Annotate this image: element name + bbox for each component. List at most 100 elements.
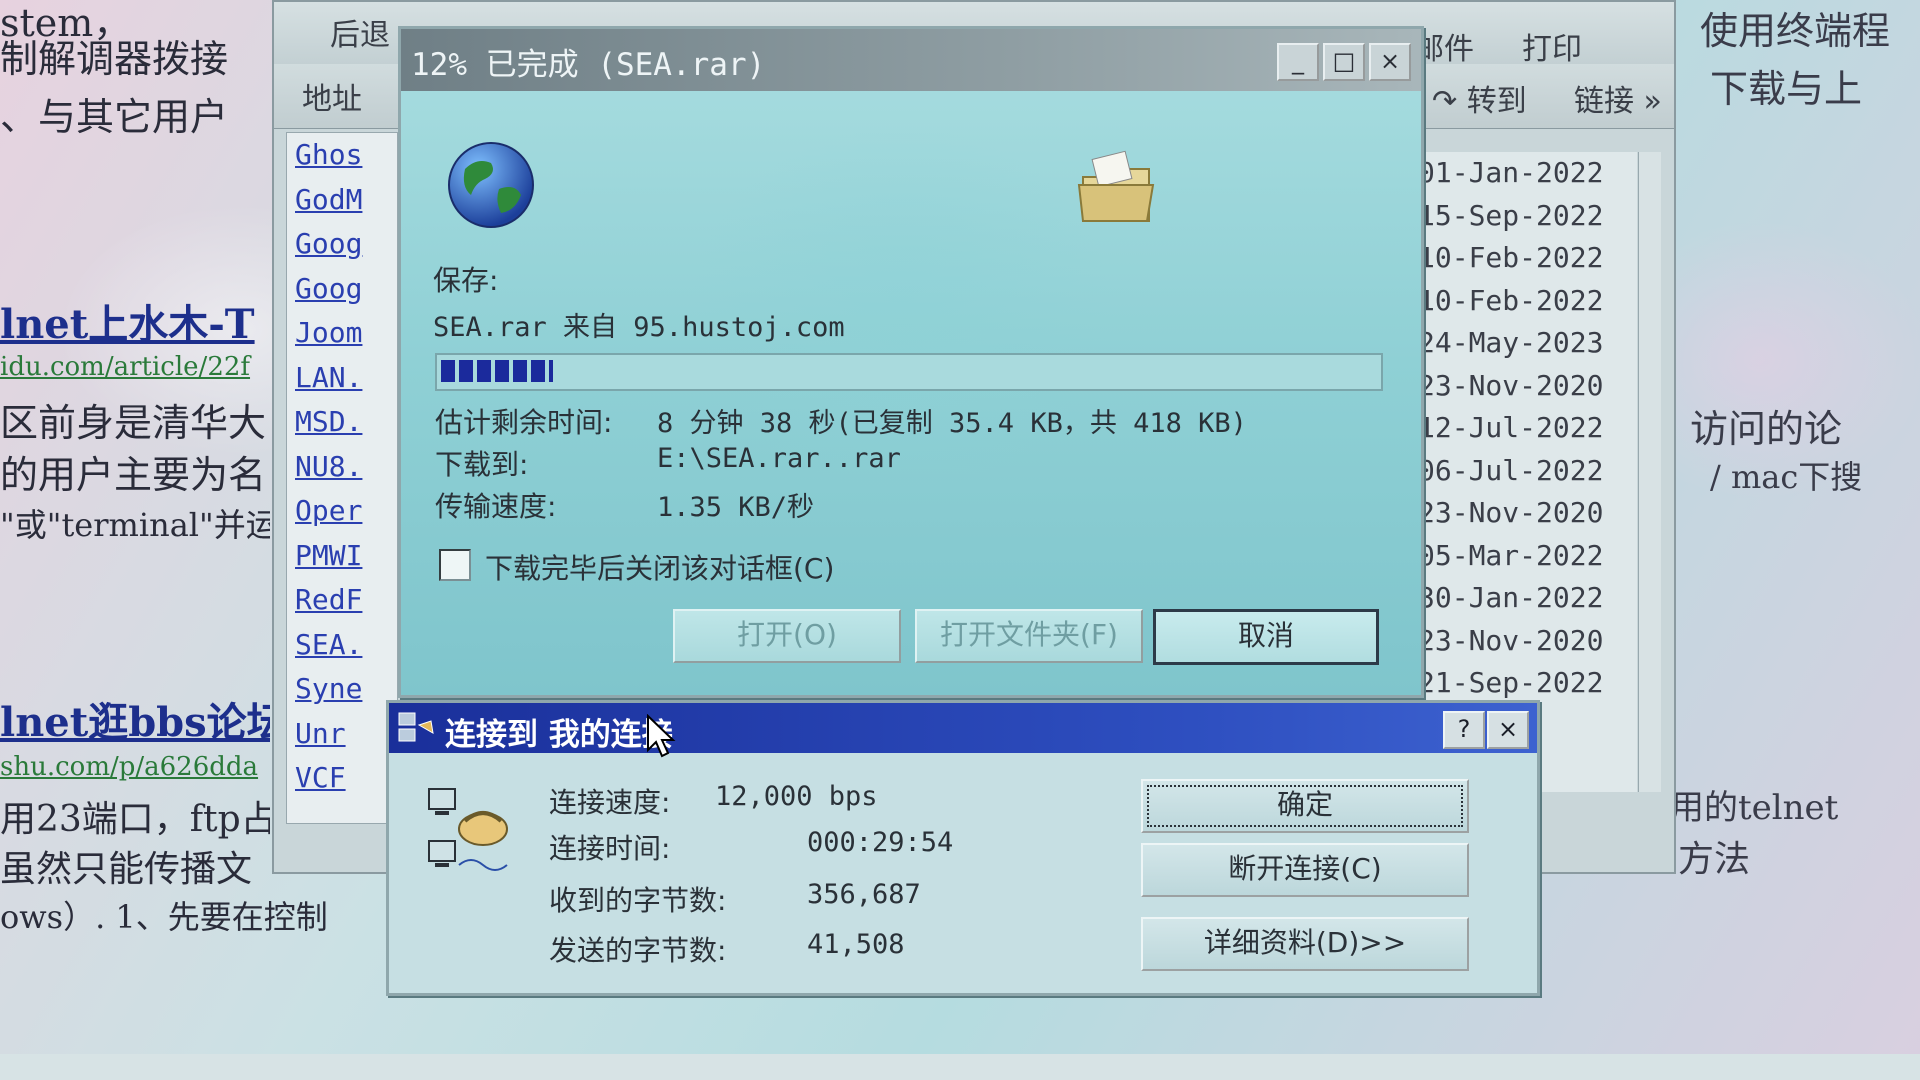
connection-titlebar[interactable]: 连接到 我的连接 ? × (389, 703, 1537, 753)
dialog-title: 12% 已完成 (SEA.rar) (411, 47, 766, 83)
connection-title: 连接到 我的连接 (445, 717, 673, 753)
date-cell: 15-Sep-2022 (1418, 198, 1604, 232)
bg-text: 、与其它用户 (0, 95, 229, 139)
close-button[interactable]: × (1369, 43, 1411, 81)
date-cell: 12-Jul-2022 (1418, 411, 1604, 444)
list-item[interactable]: NU8. (287, 445, 397, 490)
cancel-button[interactable]: 取消 (1153, 609, 1379, 665)
bg-text: 虽然只能传播文 (0, 849, 253, 890)
minimize-button[interactable]: _ (1277, 43, 1319, 81)
links-label: 链接 (1574, 84, 1634, 119)
bg-text: ows）. 1、先要在控制 (0, 898, 328, 936)
bg-link[interactable]: lnet逛bbs论坛 (0, 690, 270, 748)
list-item[interactable]: GodM (287, 178, 397, 223)
network-connection-icon (398, 712, 434, 742)
ok-button[interactable]: 确定 (1141, 779, 1469, 833)
list-item[interactable]: SEA. (287, 623, 397, 668)
links-button[interactable]: 链接 » (1574, 76, 1662, 120)
file-list: Ghos GodM Goog Goog Joom LAN. MSD. NU8. … (286, 132, 398, 824)
connection-speed-label: 连接速度: (549, 786, 671, 819)
bytes-sent-value: 41,508 (807, 929, 905, 960)
bg-text: 的用户主要为名 (0, 453, 267, 497)
bg-text: 下载与上 (1710, 67, 1863, 111)
list-item[interactable]: MSD. (287, 400, 397, 445)
vertical-scrollbar[interactable] (1638, 152, 1661, 792)
date-cell: 23-Nov-2020 (1418, 623, 1604, 657)
list-item[interactable]: VCF (287, 756, 397, 801)
bg-text: 用23端口，ftp占 (0, 799, 270, 840)
open-button[interactable]: 打开(O) (673, 609, 901, 663)
bg-link[interactable]: lnet上水木-T (0, 292, 270, 350)
source-line: SEA.rar 来自 95.hustoj.com (433, 312, 845, 343)
date-cell: 10-Feb-2022 (1418, 283, 1604, 317)
date-cell: 24-May-2023 (1418, 326, 1604, 359)
list-item[interactable]: Goog (287, 267, 397, 312)
connection-duration-value: 000:29:54 (807, 827, 954, 858)
bytes-sent-label: 发送的字节数: (549, 934, 727, 967)
download-to-label: 下载到: (435, 448, 529, 481)
close-on-complete-checkbox[interactable] (439, 549, 471, 581)
list-item[interactable]: Unr (287, 712, 397, 757)
connection-dialog: 连接到 我的连接 ? × 连接速度: 12,000 bps 连接时间: 000:… (386, 700, 1540, 996)
bg-url[interactable]: shu.com/p/a626dda (0, 752, 270, 782)
bytes-received-label: 收到的字节数: (549, 884, 727, 917)
save-label: 保存: (433, 264, 499, 297)
help-button[interactable]: ? (1443, 711, 1485, 749)
bg-text: 区前身是清华大 (0, 401, 267, 445)
goto-button[interactable]: ↷ 转到 (1432, 76, 1527, 120)
mouse-cursor-icon (647, 714, 676, 758)
date-cell: 23-Nov-2020 (1418, 496, 1604, 529)
goto-label: 转到 (1466, 84, 1527, 119)
goto-arrow-icon: ↷ (1432, 84, 1458, 119)
bytes-received-value: 356,687 (807, 879, 921, 910)
open-folder-button[interactable]: 打开文件夹(F) (915, 609, 1143, 663)
list-item[interactable]: Ghos (287, 133, 397, 178)
connection-duration-label: 连接时间: (549, 832, 671, 865)
disconnect-button[interactable]: 断开连接(C) (1141, 843, 1469, 897)
details-button[interactable]: 详细资料(D)>> (1141, 917, 1469, 971)
date-cell: 30-Jan-2022 (1418, 581, 1604, 614)
list-item[interactable]: Syne (287, 667, 397, 712)
date-cell: 10-Feb-2022 (1418, 241, 1604, 274)
back-button[interactable]: 后退 (330, 10, 390, 54)
date-cell: 01-Jan-2022 (1418, 156, 1604, 189)
progress-fill (441, 360, 553, 382)
download-progress-bar (435, 353, 1383, 391)
date-cell: 21-Sep-2022 (1418, 666, 1604, 699)
bg-text: / mac下搜 (1710, 458, 1863, 496)
date-cell: 05-Mar-2022 (1418, 538, 1604, 572)
folder-icon (1077, 150, 1155, 222)
list-item[interactable]: Goog (287, 222, 397, 267)
list-item[interactable]: RedF (287, 578, 397, 623)
bg-text: 用的telnet (1670, 788, 1839, 828)
list-item[interactable]: PMWI (287, 534, 397, 579)
bg-text: "或"terminal"并运 (0, 506, 270, 544)
status-bar (0, 1054, 1920, 1080)
list-item[interactable]: Joom (287, 311, 397, 356)
print-button[interactable]: 打印 (1522, 24, 1582, 68)
bg-text: 访问的论 (1690, 407, 1843, 451)
dialup-phone-icon (428, 788, 508, 871)
connection-speed-value: 12,000 bps (715, 781, 878, 812)
date-column: 01-Jan-2022 15-Sep-2022 10-Feb-2022 10-F… (1412, 152, 1637, 792)
download-to-value: E:\SEA.rar..rar (657, 443, 901, 474)
date-cell: 23-Nov-2020 (1418, 368, 1604, 402)
bg-url[interactable]: idu.com/article/22f (0, 352, 270, 382)
maximize-button[interactable]: □ (1323, 43, 1365, 81)
speed-value: 1.35 KB/秒 (657, 492, 815, 523)
download-dialog: 12% 已完成 (SEA.rar) _ □ × 保存: SEA.rar 来自 9… (398, 26, 1424, 698)
date-cell: 06-Jul-2022 (1418, 453, 1604, 487)
speed-label: 传输速度: (435, 490, 557, 523)
list-item[interactable]: Oper (287, 489, 397, 534)
close-button[interactable]: × (1487, 711, 1529, 749)
bg-text: 方法 (1678, 839, 1751, 880)
close-on-complete-label[interactable]: 下载完毕后关闭该对话框(C) (485, 547, 834, 587)
bg-text: 使用终端程 (1700, 9, 1891, 53)
time-left-label: 估计剩余时间: (435, 406, 613, 439)
globe-icon (448, 142, 534, 228)
list-item[interactable]: LAN. (287, 356, 397, 401)
bg-text: 制解调器拨接 (0, 37, 229, 81)
download-titlebar[interactable]: 12% 已完成 (SEA.rar) _ □ × (401, 29, 1421, 91)
address-label: 地址 (302, 82, 362, 117)
time-left-value: 8 分钟 38 秒(已复制 35.4 KB，共 418 KB) (657, 408, 1247, 439)
